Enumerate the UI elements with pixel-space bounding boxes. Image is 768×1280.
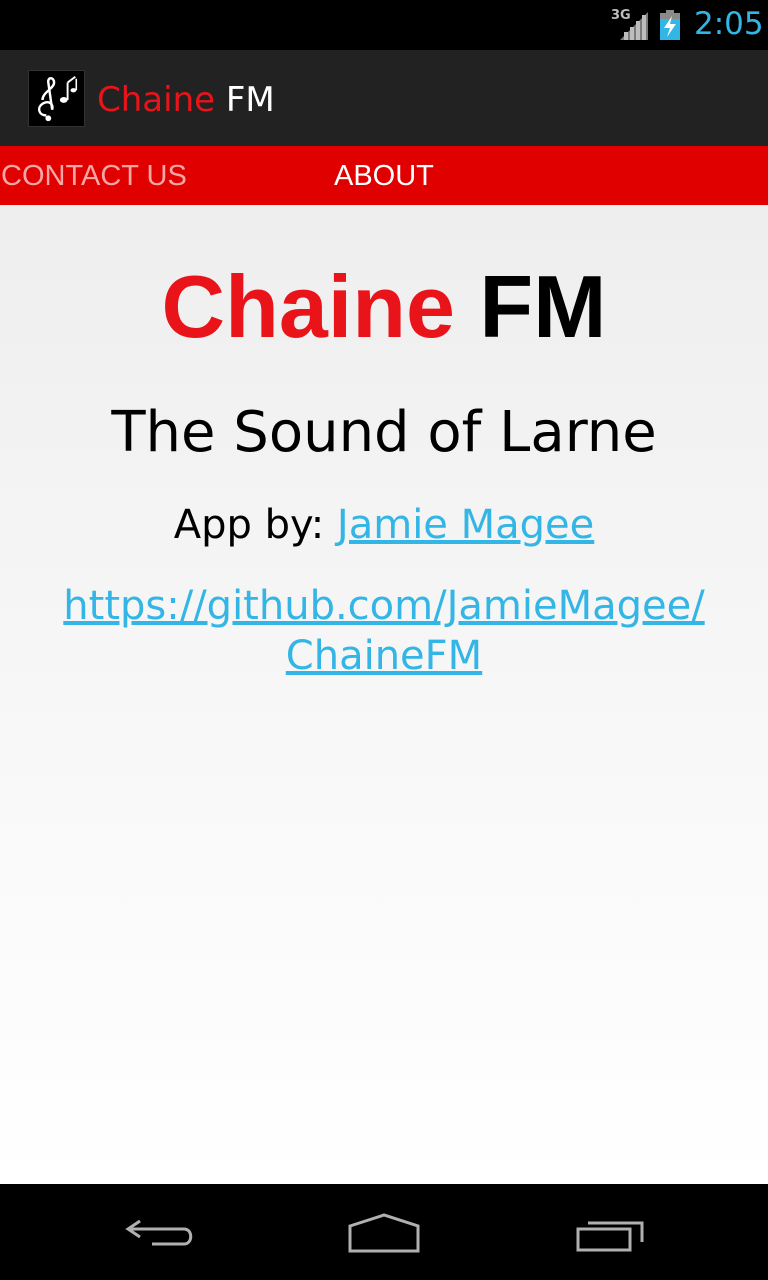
page-title-suffix: FM xyxy=(454,257,607,356)
author-link[interactable]: Jamie Magee xyxy=(337,502,594,548)
about-content: Chaine FM The Sound of Larne App by: Jam… xyxy=(0,205,768,1184)
status-bar: 3G 2:05 xyxy=(0,0,768,50)
tagline: The Sound of Larne xyxy=(111,400,657,465)
app-title-suffix: FM xyxy=(215,80,275,120)
music-notes-icon[interactable] xyxy=(28,70,85,127)
repo-link-block: https://github.com/JamieMagee/ChaineFM xyxy=(0,581,768,681)
app-title-brand: Chaine xyxy=(97,80,216,120)
recent-apps-button[interactable] xyxy=(550,1184,670,1280)
app-title: Chaine FM xyxy=(97,80,275,120)
clock: 2:05 xyxy=(694,6,764,42)
action-bar: Chaine FM xyxy=(0,50,768,146)
back-icon xyxy=(125,1219,193,1246)
credit-prefix: App by: xyxy=(173,502,337,548)
signal-icon xyxy=(620,12,648,40)
navigation-bar xyxy=(0,1184,768,1280)
back-button[interactable] xyxy=(100,1184,220,1280)
home-icon xyxy=(348,1213,420,1253)
battery-charging-icon xyxy=(660,10,680,40)
credit-line: App by: Jamie Magee xyxy=(0,501,768,549)
home-button[interactable] xyxy=(324,1184,444,1280)
repo-link-line2: ChaineFM xyxy=(285,633,483,679)
page-title: Chaine FM xyxy=(0,257,768,357)
repo-link-line1: https://github.com/JamieMagee/ xyxy=(63,583,705,629)
page-title-brand: Chaine xyxy=(161,257,455,356)
repo-link[interactable]: https://github.com/JamieMagee/ChaineFM xyxy=(63,583,704,679)
tab-contact-us[interactable]: CONTACT US xyxy=(1,146,187,205)
tab-about[interactable]: ABOUT xyxy=(334,146,434,205)
tab-bar: CONTACT US ABOUT xyxy=(0,146,768,205)
recent-apps-icon xyxy=(576,1221,644,1252)
